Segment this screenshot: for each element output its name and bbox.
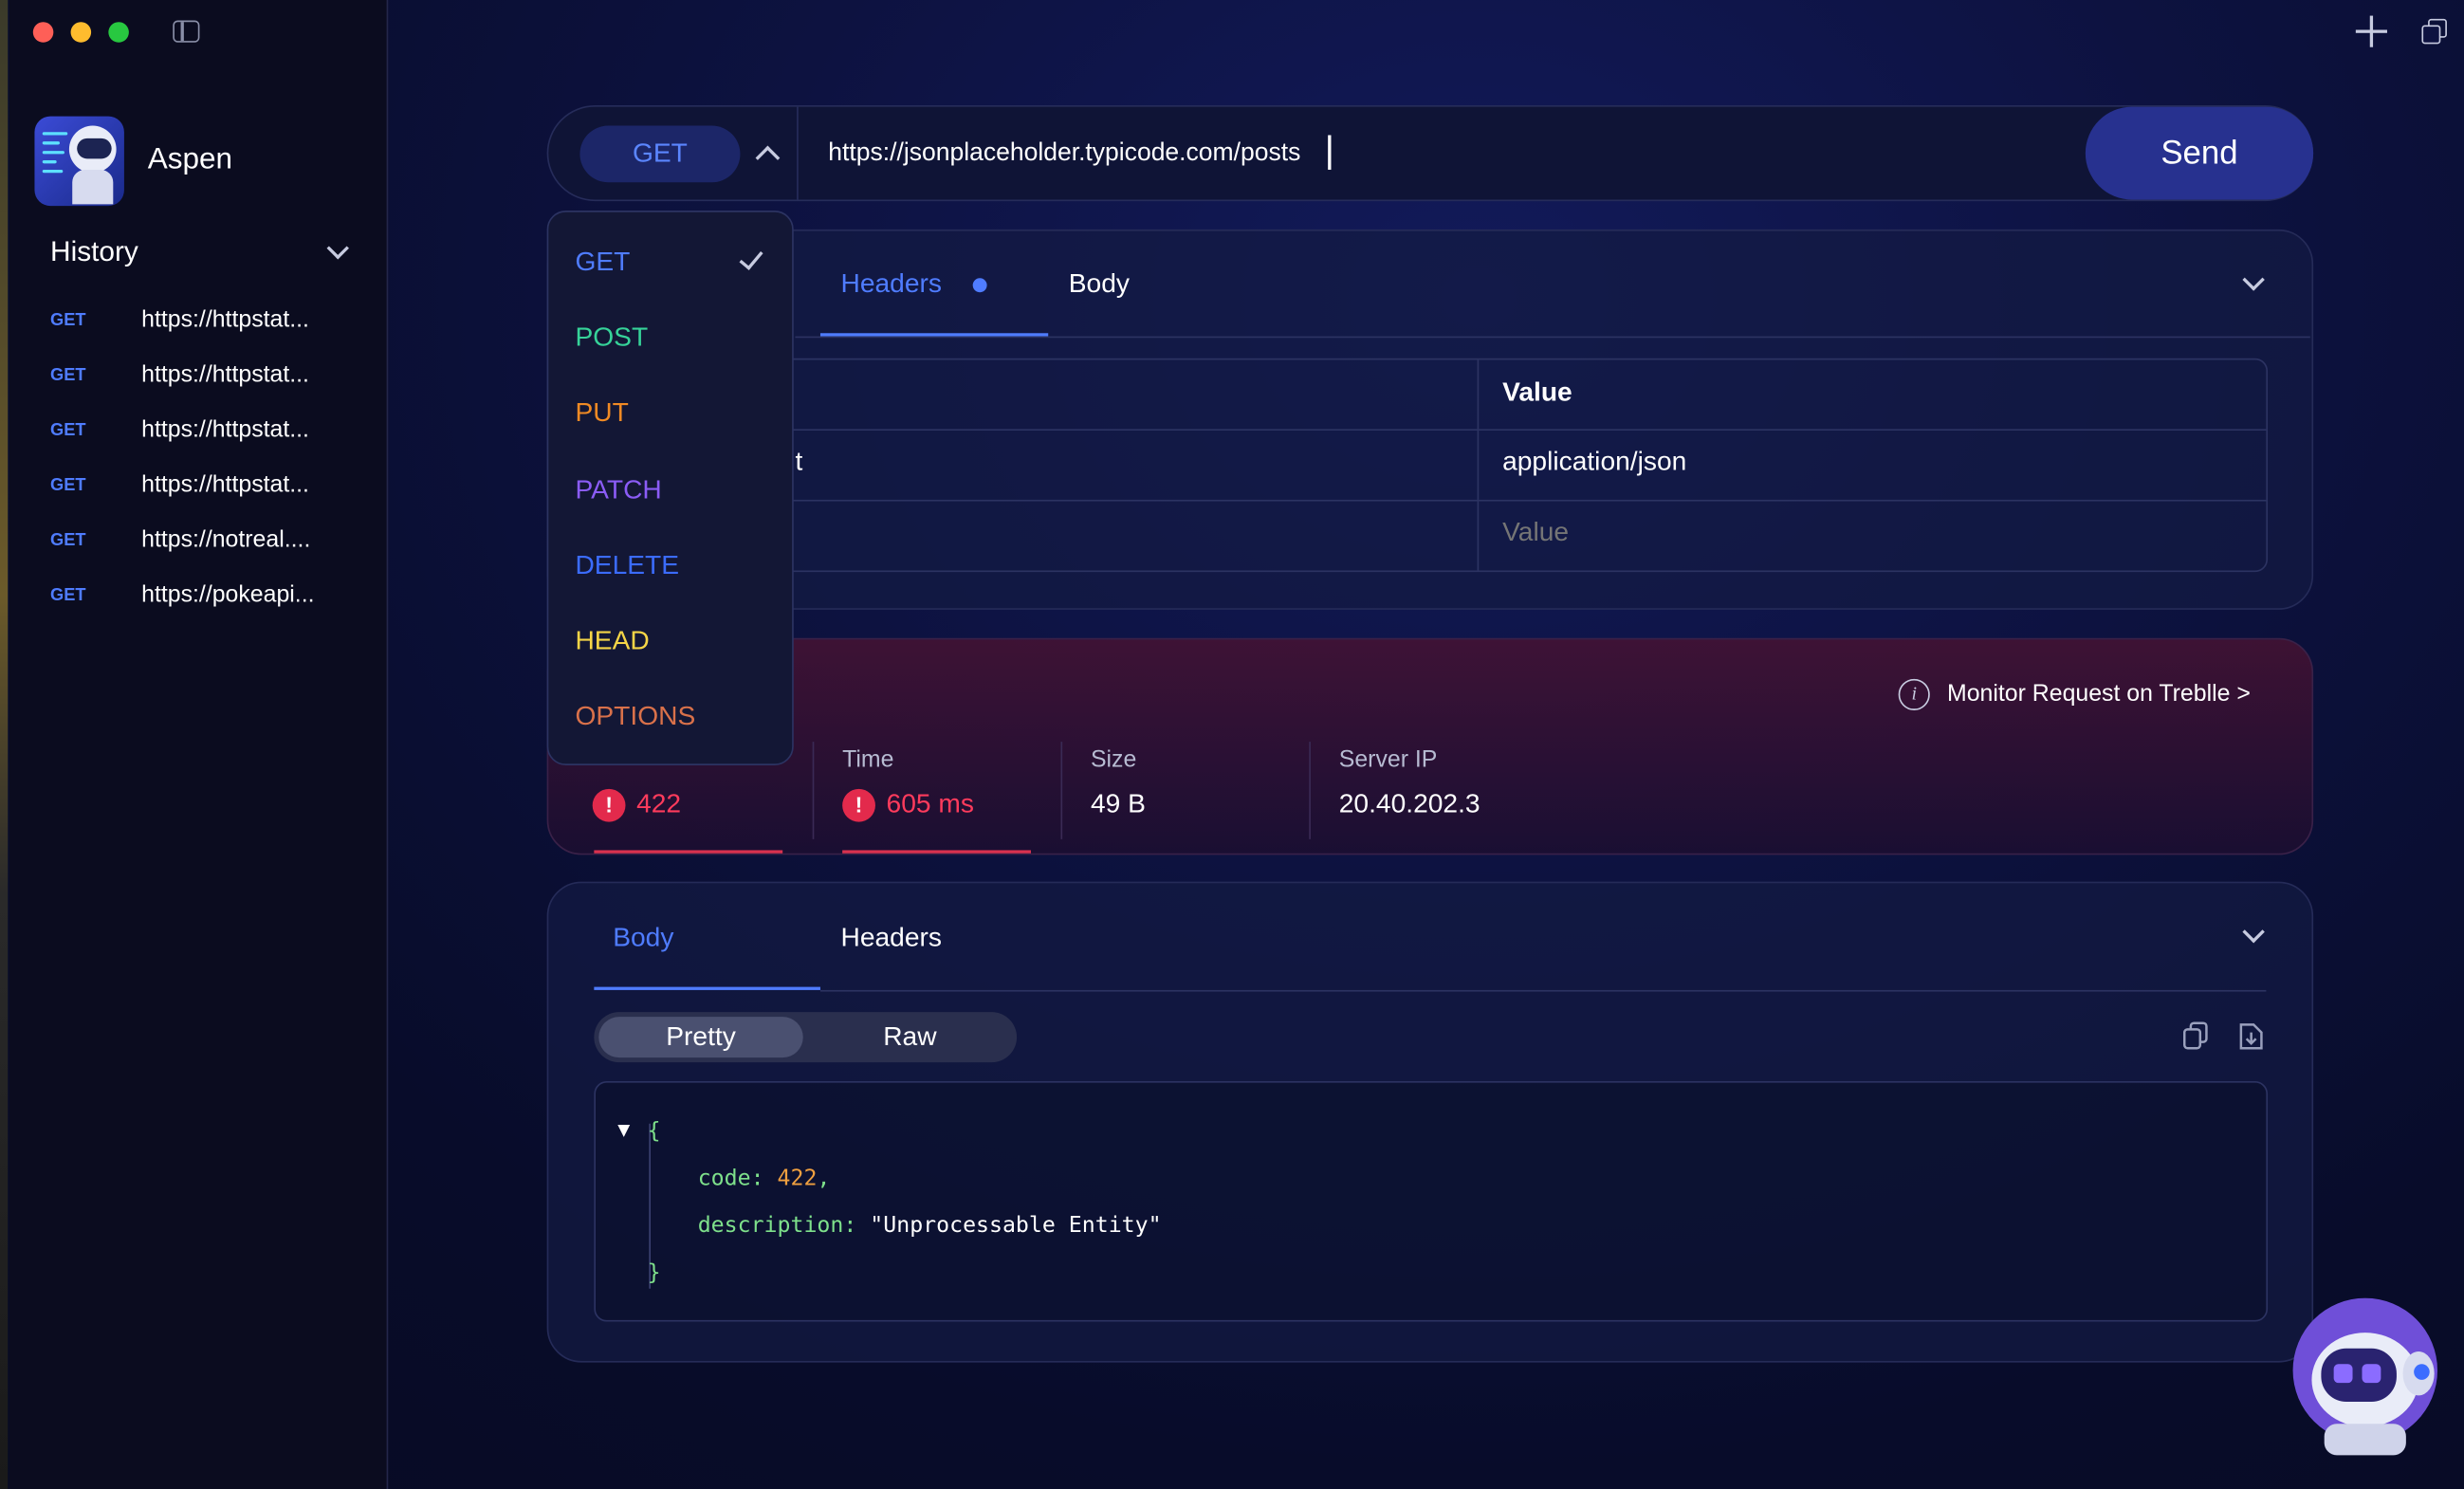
time-error-bar: [842, 850, 1031, 854]
json-number-value: 422: [777, 1166, 818, 1192]
json-line-code: code: 422,: [698, 1166, 831, 1191]
close-window-button[interactable]: [32, 22, 54, 43]
duplicate-window-icon[interactable]: [2421, 18, 2448, 46]
stat-separator: [812, 742, 815, 839]
method-option-get[interactable]: GET: [575, 247, 630, 278]
server-ip-label: Server IP: [1338, 746, 1438, 774]
stat-separator: [1309, 742, 1311, 839]
history-list: GET https://httpstat... GET https://httpst…: [50, 292, 364, 622]
method-option-options[interactable]: OPTIONS: [575, 701, 695, 732]
table-row-divider: [596, 429, 2267, 432]
sidebar: [9, 0, 389, 1489]
headers-modified-dot: [972, 278, 987, 293]
tabs-divider: [795, 336, 2310, 339]
time-value: 605 ms: [886, 788, 974, 819]
method-option-put[interactable]: PUT: [575, 397, 628, 429]
check-icon: [739, 245, 763, 270]
json-comma: ,: [817, 1166, 831, 1192]
maximize-window-button[interactable]: [108, 22, 129, 43]
json-line-description: description: "Unprocessable Entity": [698, 1213, 1162, 1239]
app-name: Aspen: [147, 142, 233, 176]
method-option-delete[interactable]: DELETE: [575, 550, 679, 581]
tab-request-headers[interactable]: Headers: [840, 268, 941, 300]
tab-request-body[interactable]: Body: [1069, 268, 1130, 300]
table-row-divider: [596, 499, 2267, 502]
new-tab-plus-icon[interactable]: [2355, 15, 2387, 47]
raw-view-button[interactable]: Raw: [808, 1021, 1012, 1053]
json-key: description:: [697, 1213, 857, 1239]
collapse-toggle-icon[interactable]: ▼: [617, 1119, 630, 1143]
history-item[interactable]: GET https://notreal....: [50, 512, 364, 567]
json-string-value: "Unprocessable Entity": [870, 1213, 1162, 1239]
history-item-url: https://httpstat...: [141, 361, 309, 389]
json-open-brace: {: [647, 1118, 661, 1145]
history-item-method: GET: [50, 420, 86, 440]
response-body-viewer: ▼ { code: 422, description: "Unprocessab…: [594, 1081, 2269, 1322]
copy-icon[interactable]: [2182, 1021, 2210, 1051]
header-value-cell[interactable]: application/json: [1502, 447, 1686, 478]
history-item-method: GET: [50, 365, 86, 385]
time-error-icon: !: [842, 788, 875, 822]
status-value: 422: [636, 788, 682, 819]
send-button[interactable]: Send: [2085, 106, 2314, 200]
headers-table: Value t application/json: [594, 358, 2269, 573]
history-item-url: https://httpstat...: [141, 306, 309, 334]
url-input[interactable]: [828, 135, 2070, 174]
history-item[interactable]: GET https://httpstat...: [50, 347, 364, 402]
sidebar-toggle-icon[interactable]: [173, 20, 200, 43]
history-title: History: [50, 235, 138, 267]
app-window: Aspen History GET https://httpstat... GET…: [0, 0, 2464, 1489]
history-item-url: https://notreal....: [141, 526, 311, 554]
history-item-url: https://pokeapi...: [141, 581, 315, 609]
table-column-divider: [1477, 359, 1480, 571]
size-label: Size: [1090, 746, 1137, 774]
method-option-post[interactable]: POST: [575, 322, 648, 354]
history-item-method: GET: [50, 585, 86, 605]
minimize-window-button[interactable]: [70, 22, 92, 43]
value-column-header: Value: [1502, 377, 1572, 408]
size-value: 49 B: [1090, 788, 1146, 819]
history-item-url: https://httpstat...: [141, 416, 309, 444]
method-select[interactable]: GET: [579, 125, 741, 183]
info-icon[interactable]: i: [1898, 678, 1930, 710]
new-header-value-input[interactable]: [1502, 517, 2210, 549]
status-error-icon: !: [592, 788, 626, 822]
json-key: code:: [697, 1166, 764, 1192]
stat-separator: [1060, 742, 1063, 839]
method-dropdown-menu: GET POST PUT PATCH DELETE HEAD OPTIONS: [546, 211, 794, 765]
text-cursor: [1328, 135, 1331, 170]
monitor-treblle-link[interactable]: Monitor Request on Treblle >: [1947, 680, 2251, 707]
history-item-url: https://httpstat...: [141, 471, 309, 499]
json-close-brace: }: [647, 1259, 661, 1286]
time-label: Time: [842, 746, 894, 774]
header-key-cell[interactable]: t: [795, 447, 802, 478]
history-item[interactable]: GET https://httpstat...: [50, 457, 364, 512]
status-error-bar: [594, 850, 783, 854]
pretty-view-button[interactable]: Pretty: [598, 1021, 802, 1053]
server-ip-value: 20.40.202.3: [1338, 788, 1480, 819]
history-item[interactable]: GET https://pokeapi...: [50, 567, 364, 622]
tab-response-headers[interactable]: Headers: [840, 923, 941, 954]
view-mode-toggle: Pretty Raw: [594, 1012, 1018, 1063]
request-url-bar: GET Send: [546, 105, 2314, 202]
active-tab-indicator: [594, 986, 820, 990]
tabs-divider: [819, 989, 2267, 992]
chevron-up-icon[interactable]: [755, 145, 781, 171]
history-item-method: GET: [50, 475, 86, 495]
url-divider: [797, 106, 799, 200]
method-option-head[interactable]: HEAD: [575, 625, 649, 656]
tab-response-body[interactable]: Body: [613, 923, 673, 954]
history-item-method: GET: [50, 530, 86, 550]
method-option-patch[interactable]: PATCH: [575, 474, 661, 506]
history-item[interactable]: GET https://httpstat...: [50, 292, 364, 347]
aspen-logo: [34, 116, 124, 207]
assistant-mascot-button[interactable]: [2289, 1297, 2442, 1459]
download-icon[interactable]: [2238, 1021, 2265, 1051]
history-item[interactable]: GET https://httpstat...: [50, 402, 364, 457]
history-item-method: GET: [50, 310, 86, 330]
